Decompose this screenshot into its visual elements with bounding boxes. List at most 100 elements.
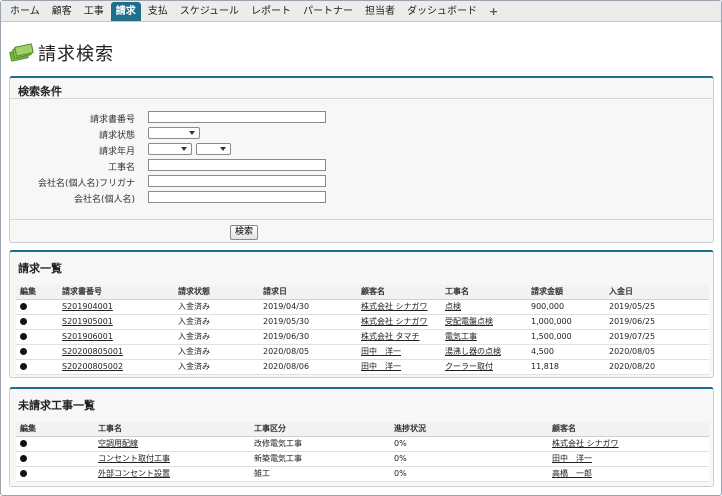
table-row: 空調用配線 改修電気工事 0% 株式会社 シナガワ xyxy=(16,436,709,452)
edit-icon[interactable] xyxy=(20,333,27,340)
table-header-row: 編集 工事名 工事区分 進捗状況 顧客名 xyxy=(16,422,709,437)
invoice-no-link[interactable]: S20200805002 xyxy=(58,359,174,375)
year-month-label: 請求年月 xyxy=(98,147,135,157)
customer-link[interactable]: 株式会社 タマチ xyxy=(357,329,441,345)
customer-link[interactable]: 高橋 一郎 xyxy=(548,466,709,482)
paid-date-cell: 2019/05/25 xyxy=(605,299,709,315)
unbilled-table: 編集 工事名 工事区分 進捗状況 顧客名 空調用配線 改修電気工事 0% 株式会… xyxy=(16,422,709,482)
edit-icon[interactable] xyxy=(20,318,27,325)
col-status: 請求状態 xyxy=(174,285,259,300)
project-link[interactable]: 空調用配線 xyxy=(94,436,250,452)
col-project: 工事名 xyxy=(441,285,527,300)
category-cell: 雑工 xyxy=(250,466,390,482)
status-cell: 入金済み xyxy=(174,359,259,375)
invoice-no-input[interactable] xyxy=(148,111,326,123)
page-title: 請求検索 xyxy=(38,44,114,65)
company-input[interactable] xyxy=(148,191,326,203)
edit-icon[interactable] xyxy=(20,470,27,477)
col-invoice-no: 請求書番号 xyxy=(58,285,174,300)
tab-schedule[interactable]: スケジュール xyxy=(175,2,244,21)
customer-link[interactable]: 田中 洋一 xyxy=(357,359,441,375)
search-panel-title: 検索条件 xyxy=(18,85,62,98)
status-cell: 入金済み xyxy=(174,344,259,360)
invoice-list-panel: 請求一覧 編集 請求書番号 請求状態 請求日 顧客名 工事名 請求金額 入金日 … xyxy=(9,250,714,378)
project-name-input[interactable] xyxy=(148,159,326,171)
col-date: 請求日 xyxy=(259,285,357,300)
company-kana-input[interactable] xyxy=(148,175,326,187)
edit-icon[interactable] xyxy=(20,440,27,447)
edit-icon[interactable] xyxy=(20,348,27,355)
search-panel: 検索条件 請求書番号 請求状態 請求年月 工事名 会社名(個人名)フリガナ 会社… xyxy=(9,76,714,243)
status-cell: 入金済み xyxy=(174,329,259,345)
project-link[interactable]: コンセント取付工事 xyxy=(94,451,250,467)
col-edit: 編集 xyxy=(16,422,94,437)
col-customer: 顧客名 xyxy=(548,422,709,437)
tab-payments[interactable]: 支払 xyxy=(143,2,173,21)
table-header-row: 編集 請求書番号 請求状態 請求日 顧客名 工事名 請求金額 入金日 xyxy=(16,285,709,300)
customer-link[interactable]: 株式会社 シナガワ xyxy=(357,314,441,330)
invoice-no-link[interactable]: S201906001 xyxy=(58,329,174,345)
paid-date-cell: 2020/08/20 xyxy=(605,359,709,375)
company-label: 会社名(個人名) xyxy=(73,195,135,205)
progress-cell: 0% xyxy=(390,451,548,467)
invoice-no-link[interactable]: S20200805001 xyxy=(58,344,174,360)
date-cell: 2020/08/05 xyxy=(259,344,357,360)
tab-home[interactable]: ホーム xyxy=(5,2,45,21)
table-row: S201905001 入金済み 2019/05/30 株式会社 シナガワ 受配電… xyxy=(16,314,709,330)
search-button[interactable]: 検索 xyxy=(230,225,259,240)
edit-icon[interactable] xyxy=(20,363,27,370)
tab-partners[interactable]: パートナー xyxy=(298,2,358,21)
customer-link[interactable]: 株式会社 シナガワ xyxy=(357,299,441,315)
date-cell: 2019/04/30 xyxy=(259,299,357,315)
col-paid-date: 入金日 xyxy=(605,285,709,300)
paid-date-cell: 2019/06/25 xyxy=(605,314,709,330)
customer-link[interactable]: 田中 洋一 xyxy=(357,344,441,360)
status-cell: 入金済み xyxy=(174,314,259,330)
project-link[interactable]: 点検 xyxy=(441,299,527,315)
date-cell: 2019/05/30 xyxy=(259,314,357,330)
tab-staff[interactable]: 担当者 xyxy=(360,2,400,21)
company-kana-label: 会社名(個人名)フリガナ xyxy=(37,179,135,189)
invoice-no-link[interactable]: S201904001 xyxy=(58,299,174,315)
col-customer: 顧客名 xyxy=(357,285,441,300)
status-select[interactable] xyxy=(148,127,200,139)
col-category: 工事区分 xyxy=(250,422,390,437)
col-edit: 編集 xyxy=(16,285,58,300)
customer-link[interactable]: 田中 洋一 xyxy=(548,451,709,467)
project-link[interactable]: 外部コンセント設置 xyxy=(94,466,250,482)
project-link[interactable]: 電気工事 xyxy=(441,329,527,345)
top-nav: ホーム 顧客 工事 請求 支払 スケジュール レポート パートナー 担当者 ダッ… xyxy=(1,1,721,22)
amount-cell: 1,000,000 xyxy=(527,314,605,330)
table-row: S201904001 入金済み 2019/04/30 株式会社 シナガワ 点検 … xyxy=(16,299,709,315)
invoice-table: 編集 請求書番号 請求状態 請求日 顧客名 工事名 請求金額 入金日 S2019… xyxy=(16,285,709,375)
table-row: コンセント取付工事 新築電気工事 0% 田中 洋一 xyxy=(16,451,709,467)
unbilled-title: 未請求工事一覧 xyxy=(18,399,95,412)
status-label: 請求状態 xyxy=(98,131,135,141)
tab-billing[interactable]: 請求 xyxy=(110,1,141,21)
project-name-label: 工事名 xyxy=(107,163,135,173)
unbilled-panel: 未請求工事一覧 編集 工事名 工事区分 進捗状況 顧客名 空調用配線 改修電気工… xyxy=(9,387,714,487)
year-select[interactable] xyxy=(148,143,192,155)
project-link[interactable]: クーラー取付 xyxy=(441,359,527,375)
tab-reports[interactable]: レポート xyxy=(246,2,296,21)
edit-icon[interactable] xyxy=(20,455,27,462)
category-cell: 改修電気工事 xyxy=(250,436,390,452)
tab-dashboard[interactable]: ダッシュボード xyxy=(402,2,482,21)
invoice-no-label: 請求書番号 xyxy=(89,115,135,125)
col-amount: 請求金額 xyxy=(527,285,605,300)
table-row: S201906001 入金済み 2019/06/30 株式会社 タマチ 電気工事… xyxy=(16,329,709,345)
tab-customers[interactable]: 顧客 xyxy=(47,2,77,21)
add-tab-button[interactable]: + xyxy=(484,2,503,21)
invoice-no-link[interactable]: S201905001 xyxy=(58,314,174,330)
invoice-list-title: 請求一覧 xyxy=(18,262,62,275)
month-select[interactable] xyxy=(196,143,231,155)
paid-date-cell: 2020/08/05 xyxy=(605,344,709,360)
customer-link[interactable]: 株式会社 シナガワ xyxy=(548,436,709,452)
edit-icon[interactable] xyxy=(20,303,27,310)
amount-cell: 11,818 xyxy=(527,359,605,375)
tab-construction[interactable]: 工事 xyxy=(79,2,109,21)
col-project: 工事名 xyxy=(94,422,250,437)
col-progress: 進捗状況 xyxy=(390,422,548,437)
project-link[interactable]: 受配電盤点検 xyxy=(441,314,527,330)
project-link[interactable]: 湯沸し器の点検 xyxy=(441,344,527,360)
